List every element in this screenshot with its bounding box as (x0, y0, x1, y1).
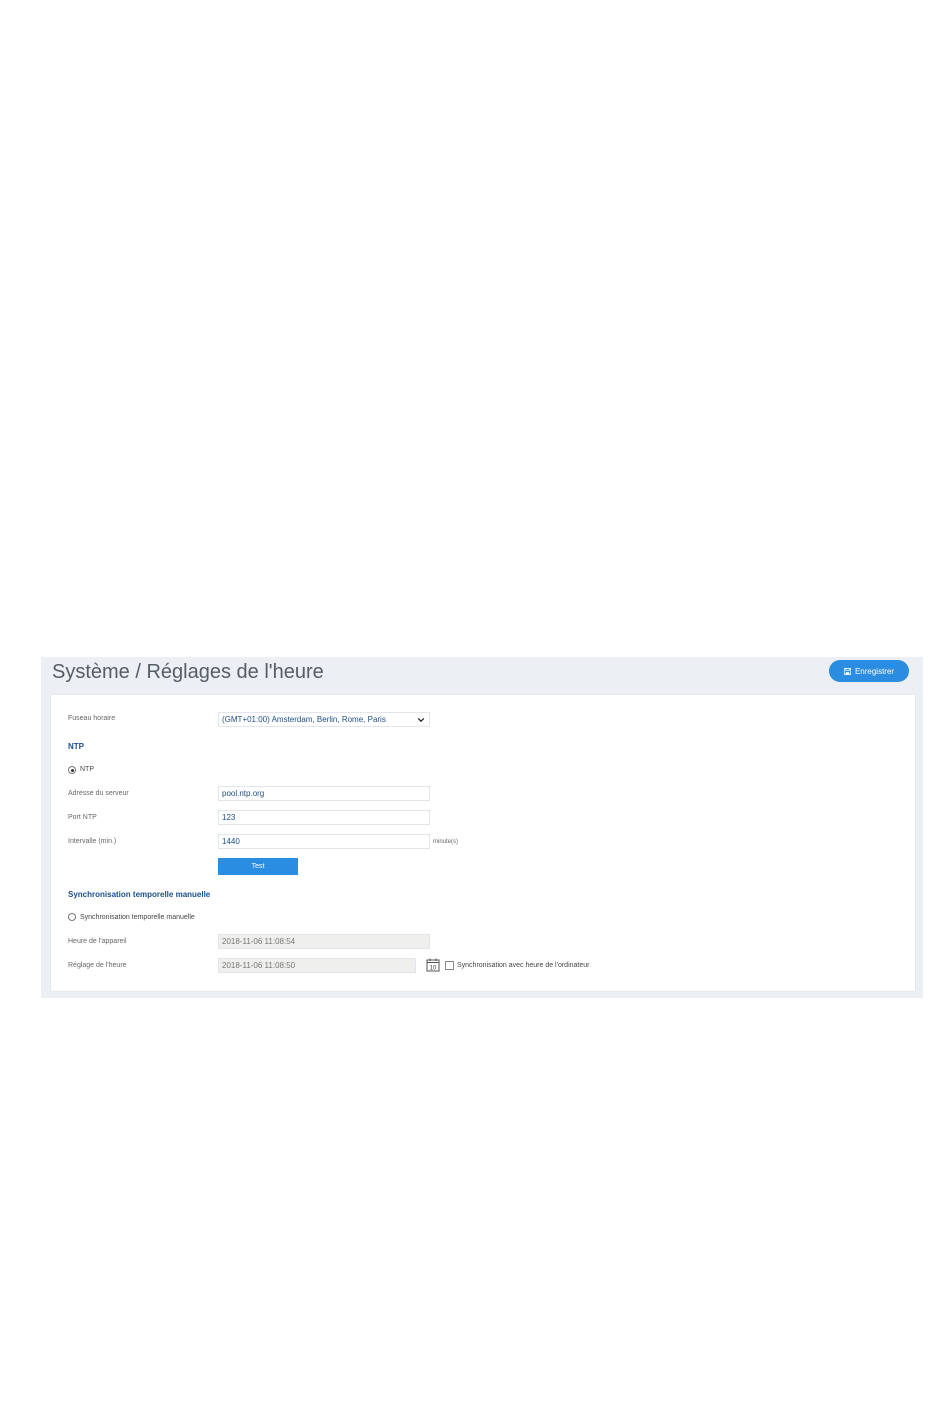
interval-input[interactable]: 1440 (218, 834, 430, 849)
timezone-value: (GMT+01:00) Amsterdam, Berlin, Rome, Par… (222, 715, 386, 724)
sync-pc-checkbox[interactable] (445, 961, 454, 970)
manual-sync-section-title: Synchronisation temporelle manuelle (68, 890, 211, 899)
save-button[interactable]: Enregistrer (829, 660, 909, 682)
server-address-input[interactable]: pool.ntp.org (218, 786, 430, 801)
ntp-port-label: Port NTP (68, 814, 97, 821)
server-address-label: Adresse du serveur (68, 790, 129, 797)
sync-pc-label: Synchronisation avec heure de l'ordinate… (457, 962, 590, 969)
device-time-value: 2018-11-06 11:08:54 (222, 937, 296, 946)
device-time-input: 2018-11-06 11:08:54 (218, 934, 430, 949)
set-time-label: Réglage de l'heure (68, 962, 127, 969)
save-icon (843, 667, 851, 675)
ntp-radio-label: NTP (80, 766, 94, 773)
ntp-port-input[interactable]: 123 (218, 810, 430, 825)
timezone-label: Fuseau horaire (68, 715, 116, 722)
server-address-value: pool.ntp.org (222, 789, 265, 798)
timezone-select[interactable]: (GMT+01:00) Amsterdam, Berlin, Rome, Par… (218, 712, 430, 727)
ntp-radio[interactable] (68, 766, 76, 774)
page-title: Système / Réglages de l'heure (52, 661, 324, 683)
interval-label: Intervalle (min.) (68, 838, 117, 845)
calendar-icon[interactable]: 10 (426, 958, 440, 972)
manual-sync-radio[interactable] (68, 913, 76, 921)
save-button-label: Enregistrer (854, 666, 895, 676)
ntp-section-title: NTP (68, 742, 84, 751)
ntp-port-value: 123 (222, 813, 236, 822)
interval-value: 1440 (222, 837, 240, 846)
set-time-input[interactable]: 2018-11-06 11:08:50 (218, 958, 416, 973)
manual-sync-radio-label: Synchronisation temporelle manuelle (80, 914, 195, 921)
device-time-label: Heure de l'appareil (68, 938, 127, 945)
time-settings-panel: Système / Réglages de l'heure Enregistre… (41, 657, 923, 998)
test-button[interactable]: Test (218, 858, 298, 875)
calendar-day: 10 (430, 966, 437, 972)
chevron-down-icon (417, 717, 425, 723)
interval-unit: minute(s) (433, 839, 459, 845)
set-time-value: 2018-11-06 11:08:50 (222, 961, 296, 970)
settings-card: Fuseau horaire (GMT+01:00) Amsterdam, Be… (51, 695, 915, 991)
